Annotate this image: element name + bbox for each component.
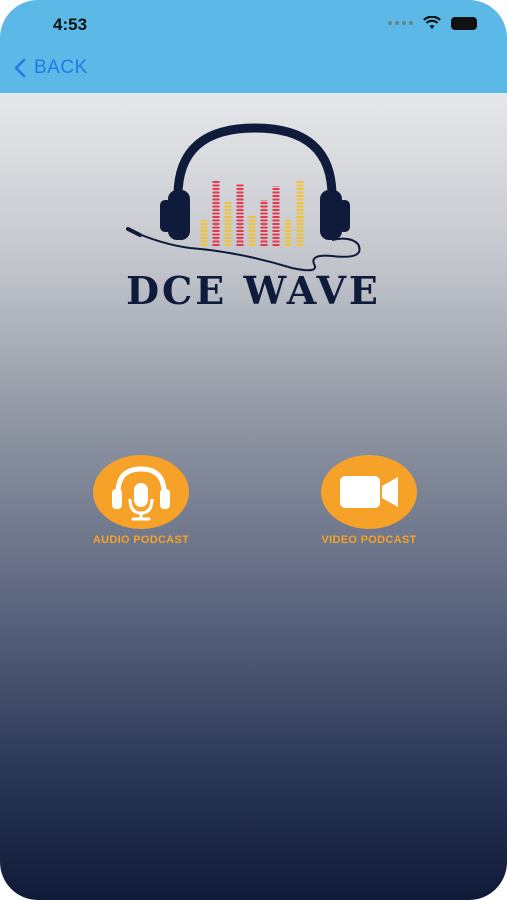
headset-microphone-icon: [112, 466, 170, 521]
video-podcast-button[interactable]: VIDEO PODCAST: [289, 455, 449, 546]
battery-icon: [451, 16, 477, 30]
status-icons: [388, 16, 477, 30]
video-podcast-circle: [321, 455, 417, 529]
back-button[interactable]: BACK: [14, 57, 88, 79]
navigation-header: 4:53 BACK: [0, 0, 507, 93]
status-time: 4:53: [53, 15, 88, 34]
back-label: BACK: [34, 57, 88, 78]
audio-podcast-circle: [93, 455, 189, 529]
app-screen: 4:53 BACK DCE WAVE AUDIO PODCAST VIDEO P…: [0, 0, 507, 900]
audio-podcast-button[interactable]: AUDIO PODCAST: [61, 455, 221, 546]
signal-dots-icon: [388, 21, 413, 25]
audio-podcast-label: AUDIO PODCAST: [92, 534, 190, 546]
video-podcast-label: VIDEO PODCAST: [321, 534, 417, 546]
chevron-left-icon: [14, 58, 26, 78]
brand-title: DCE WAVE: [126, 268, 381, 313]
wifi-icon: [423, 16, 441, 29]
video-camera-icon: [340, 476, 398, 508]
